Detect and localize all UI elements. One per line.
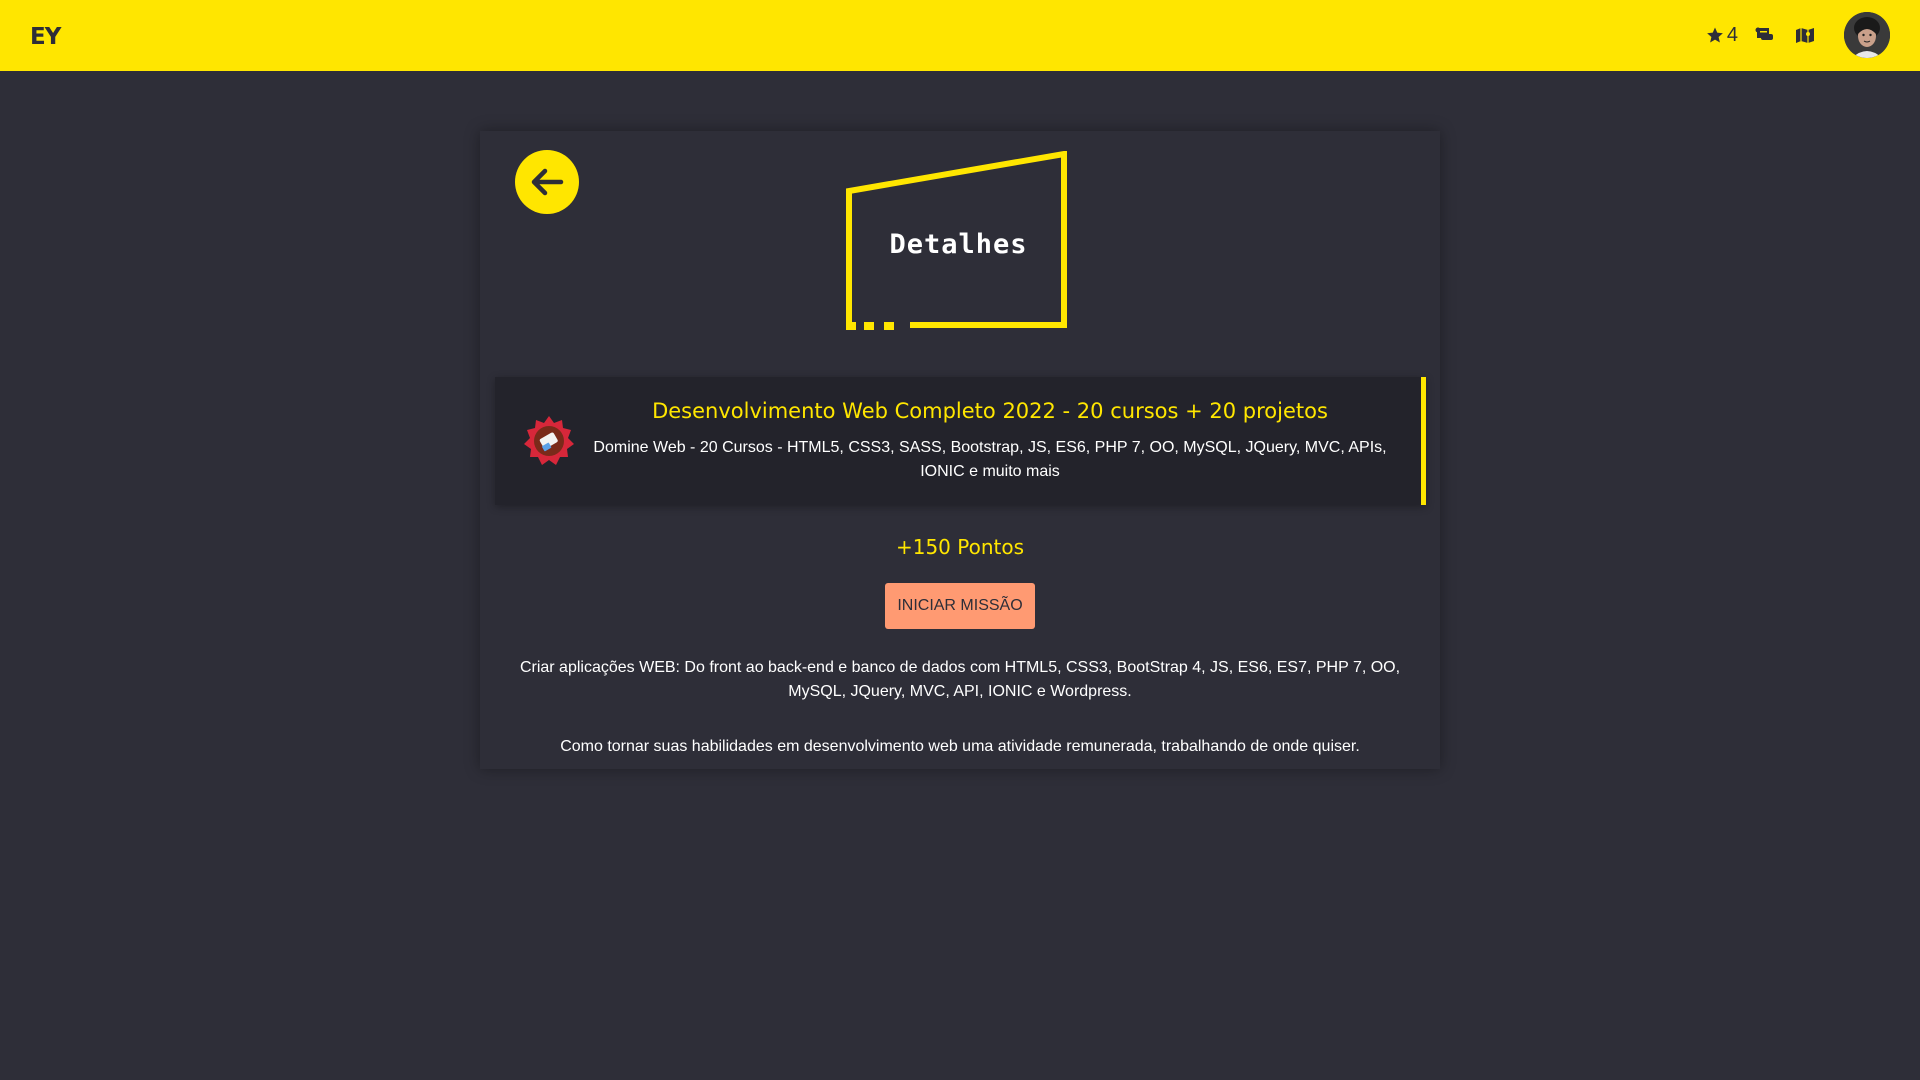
- mission-description: Criar aplicações WEB: Do front ao back-e…: [519, 659, 1401, 700]
- course-card: Desenvolvimento Web Completo 2022 - 20 c…: [495, 377, 1426, 505]
- user-avatar[interactable]: [1844, 12, 1890, 58]
- star-icon: [1707, 27, 1723, 43]
- arrow-left-icon: [531, 168, 564, 196]
- top-right-menu: 4: [1706, 12, 1890, 58]
- page-title-frame: Detalhes: [846, 151, 1071, 331]
- scroll-icon[interactable]: [1752, 22, 1778, 48]
- stars-counter[interactable]: 4: [1706, 24, 1738, 47]
- mission-badge-icon: [523, 415, 575, 472]
- mission-details-card: Detalhes Desenvolvimento Web Completo 20…: [480, 131, 1440, 769]
- back-button[interactable]: [515, 150, 579, 214]
- top-navbar: EY 4: [0, 0, 1920, 71]
- map-icon[interactable]: [1792, 22, 1818, 48]
- mission-benefit-text: Como tornar suas habilidades em desenvol…: [560, 738, 1360, 755]
- course-subtitle: Domine Web - 20 Cursos - HTML5, CSS3, SA…: [593, 439, 1387, 480]
- page-title: Detalhes: [889, 228, 1028, 260]
- mission-points: +150 Pontos: [895, 535, 1025, 559]
- brand-logo[interactable]: EY: [30, 24, 61, 50]
- course-title: Desenvolvimento Web Completo 2022 - 20 c…: [652, 399, 1328, 423]
- stars-count: 4: [1726, 23, 1738, 46]
- start-mission-button[interactable]: INICIAR MISSÃO: [885, 583, 1035, 629]
